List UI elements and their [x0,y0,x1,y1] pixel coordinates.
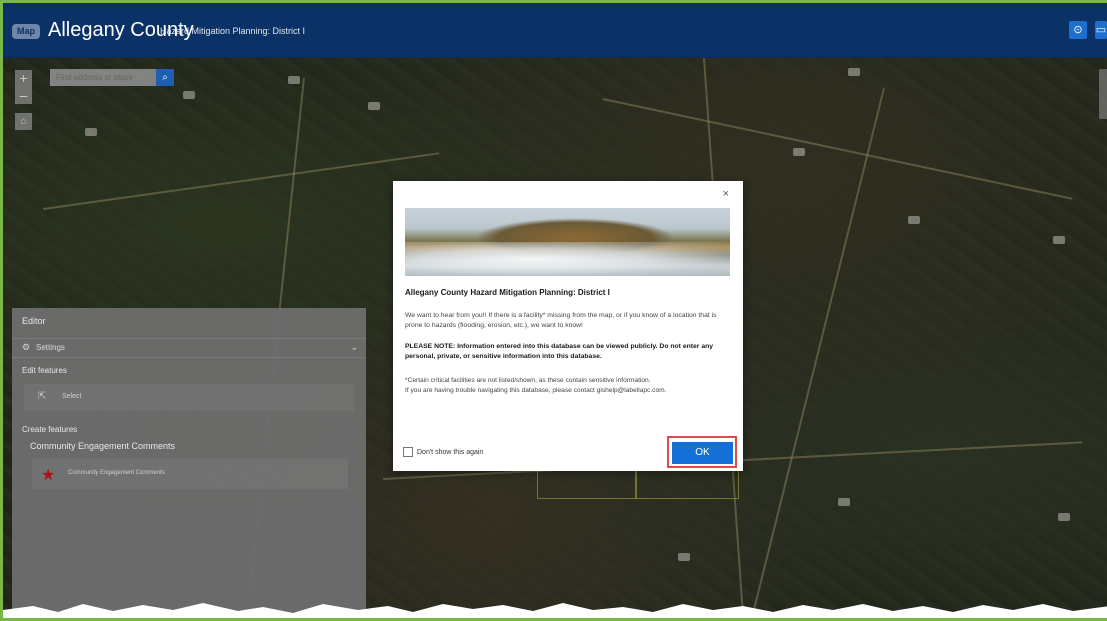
dialog-title: Allegany County Hazard Mitigation Planni… [405,288,610,297]
close-icon[interactable]: × [723,188,729,200]
cursor-icon: ⇱ [38,391,47,402]
editor-title: Editor [22,316,46,326]
dont-show-label: Don't show this again [417,448,484,456]
feature-template[interactable]: ★ Community Engagement Comments [32,459,348,489]
app-subtitle: Hazard Mitigation Planning: District I [160,26,306,36]
create-features-heading: Create features [22,425,78,434]
gear-icon: ⚙ [22,342,31,352]
dont-show-again[interactable]: Don't show this again [403,447,483,457]
info-icon[interactable]: ⊙ [1069,21,1087,39]
footnote-line-2: If you are having trouble navigating thi… [405,387,667,394]
app-header: Map Allegany County Hazard Mitigation Pl… [3,3,1107,58]
dialog-intro: We want to hear from you!! If there is a… [405,312,717,329]
search-icon[interactable]: ⌕ [156,69,174,86]
dont-show-checkbox[interactable] [403,447,413,457]
footnote-line-1: *Certain critical facilities are not lis… [405,377,651,384]
splash-dialog: × Allegany County Hazard Mitigation Plan… [393,181,743,471]
dialog-footnote: *Certain critical facilities are not lis… [405,376,735,396]
zoom-control: + – [15,70,32,104]
note-text: PLEASE NOTE: Information entered into th… [405,343,714,360]
zoom-out-button[interactable]: – [15,87,32,104]
share-icon[interactable]: ▭ [1095,21,1107,39]
layer-label: Community Engagement Comments [30,441,176,451]
settings-row[interactable]: ⚙ Settings ⌄ [12,338,366,358]
torn-edge [3,603,1107,618]
app-logo: Map [12,24,40,39]
editor-panel: Editor ⚙ Settings ⌄ Edit features ⇱ Sele… [12,308,366,618]
select-button[interactable]: ⇱ Select [24,384,354,411]
select-label: Select [62,393,82,400]
ok-button-highlight [667,436,737,468]
home-icon[interactable]: ⌂ [15,113,32,130]
settings-label: Settings [36,343,65,352]
hero-image [405,208,730,276]
hero-mist [405,242,730,276]
zoom-in-button[interactable]: + [15,70,32,87]
template-label: Community Engagement Comments [68,470,165,476]
search-input[interactable] [50,69,156,86]
star-icon: ★ [41,467,56,484]
chevron-down-icon: ⌄ [350,342,358,352]
edit-features-heading: Edit features [22,366,67,375]
dialog-note: PLEASE NOTE: Information entered into th… [405,342,739,362]
app-window: Map Allegany County Hazard Mitigation Pl… [0,0,1107,621]
map-tools-toolbar[interactable] [1099,69,1107,119]
